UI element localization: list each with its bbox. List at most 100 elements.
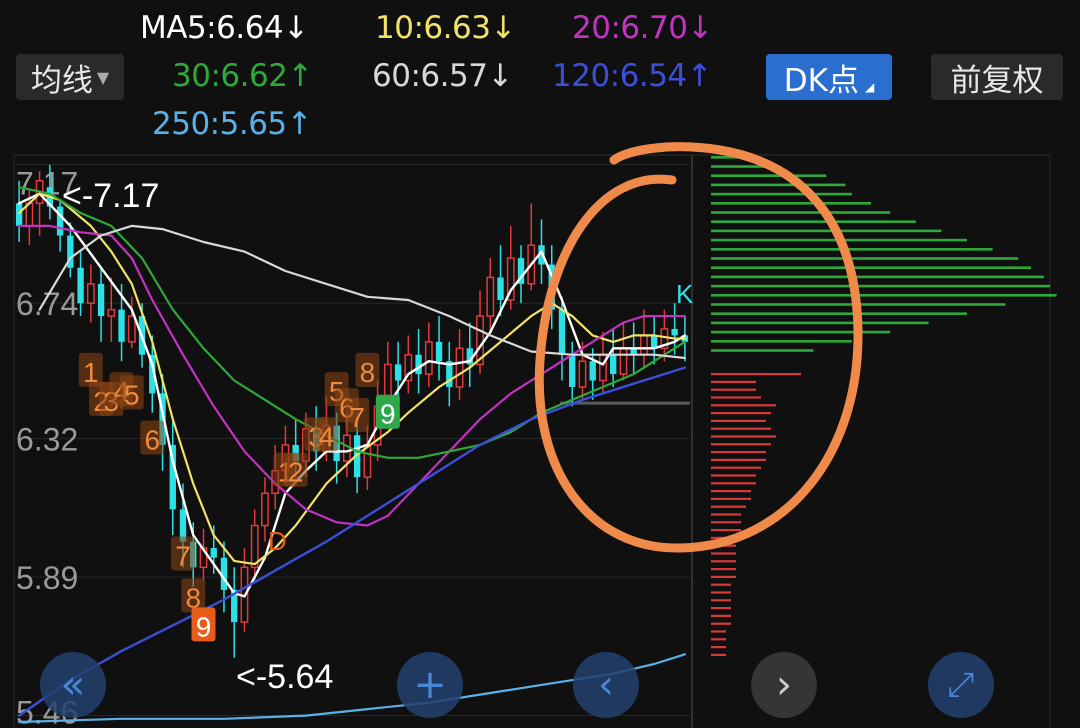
profile-bar-green (711, 174, 827, 177)
fullscreen-button[interactable]: ⤢ (928, 652, 994, 718)
profile-bar-red (711, 607, 731, 610)
profile-bar-red (711, 568, 736, 571)
candle-body (77, 267, 84, 304)
hand-drawn-circle (534, 142, 863, 553)
candle-body (619, 347, 628, 375)
candle-body (97, 283, 105, 317)
td-buy-number: 2 (288, 457, 304, 488)
td-buy-number: 8 (360, 357, 376, 388)
profile-bar-red (711, 451, 766, 454)
low-annotation: <-5.64 (236, 658, 333, 696)
profile-bar-red (711, 466, 761, 469)
profile-bar-red (711, 373, 801, 376)
profile-bar-green (711, 312, 967, 315)
y-tick-label: 6.74 (16, 286, 78, 322)
profile-bar-red (711, 575, 736, 578)
profile-bar-red (711, 614, 731, 617)
profile-bar-red (711, 646, 726, 649)
profile-bar-red (711, 599, 731, 602)
candle-body (610, 354, 617, 375)
td-sell-number: 6 (144, 425, 160, 456)
profile-bar-green (711, 248, 993, 251)
profile-bar-green (711, 330, 891, 334)
profile-bar-green (711, 275, 1044, 279)
profile-bar-green (711, 192, 852, 196)
y-tick-label: 5.89 (16, 560, 78, 596)
td-buy-number: 7 (349, 402, 365, 433)
plus-icon: + (413, 662, 447, 708)
y-tick-label: 6.32 (16, 422, 78, 458)
candle-body (497, 277, 504, 300)
profile-bar-green (711, 340, 852, 343)
td-sell-number: 5 (124, 379, 140, 410)
candle-body (15, 203, 23, 226)
profile-bar-red (711, 419, 766, 422)
profile-bar-green (711, 211, 891, 214)
candle-body (671, 328, 678, 336)
td-buy-number: 4 (319, 421, 335, 452)
profile-bar-red (711, 521, 741, 524)
profile-bar-red (711, 583, 731, 586)
profile-bar-red (711, 560, 736, 563)
candle-body (578, 360, 587, 388)
candle-body (424, 341, 433, 375)
candle-body (127, 315, 136, 343)
profile-bar-green (711, 257, 1019, 260)
td-sell-number: 7 (175, 540, 191, 571)
candle-body (599, 353, 607, 382)
next-button[interactable]: › (751, 652, 817, 718)
profile-bar-red (711, 474, 756, 477)
candle-body (486, 276, 495, 317)
profile-bar-red (711, 458, 766, 461)
candle-body (107, 308, 116, 317)
candle-body (589, 361, 596, 381)
candle-body (558, 309, 566, 355)
profile-bar-red (711, 404, 776, 407)
candle-body (569, 354, 576, 387)
profile-bar-red (711, 412, 771, 415)
chevron-left-icon: ‹ (598, 662, 614, 708)
profile-bar-red (711, 396, 761, 399)
profile-bar-red (711, 622, 731, 625)
profile-bar-green (711, 202, 871, 205)
zoom-in-button[interactable]: + (397, 652, 463, 718)
profile-bar-red (711, 513, 741, 516)
prev-button[interactable]: ‹ (573, 652, 639, 718)
profile-bar-red (711, 529, 741, 532)
double-chevron-left-icon: « (60, 662, 86, 708)
profile-bar-red (711, 443, 771, 446)
profile-bar-red (711, 482, 756, 485)
candle-body (118, 309, 125, 342)
profile-bar-green (711, 229, 942, 233)
profile-bar-green (711, 266, 1031, 269)
rewind-button[interactable]: « (40, 652, 106, 718)
candle-body (415, 354, 422, 375)
profile-bar-green (711, 349, 814, 352)
candle-body (455, 347, 464, 388)
profile-bar-red (711, 427, 771, 430)
profile-bar-red (711, 497, 751, 500)
profile-bar-green (711, 284, 1051, 288)
d-marker: D (268, 526, 287, 556)
expand-icon: ⤢ (947, 665, 975, 705)
td-buy-number: 9 (380, 399, 396, 430)
k-marker: K (676, 279, 694, 309)
profile-bar-red (711, 630, 726, 633)
profile-bar-red (711, 591, 731, 594)
ma60-line (38, 224, 687, 360)
profile-bar-green (711, 294, 1057, 297)
candle-body (86, 283, 95, 304)
profile-bar-green (711, 321, 929, 325)
chevron-right-icon: › (776, 662, 792, 708)
profile-bar-red (711, 638, 726, 641)
profile-bar-red (711, 552, 736, 555)
profile-bar-red (711, 435, 776, 438)
profile-bar-red (711, 490, 751, 493)
candle-body (394, 364, 402, 381)
candle-body (210, 548, 217, 558)
td-sell-number: 9 (196, 611, 212, 642)
profile-bar-green (711, 183, 846, 187)
candle-body (435, 341, 443, 362)
kline-chart[interactable]: 7.176.746.325.895.46123456789123456789<-… (0, 0, 1080, 728)
profile-bar-red (711, 653, 726, 656)
